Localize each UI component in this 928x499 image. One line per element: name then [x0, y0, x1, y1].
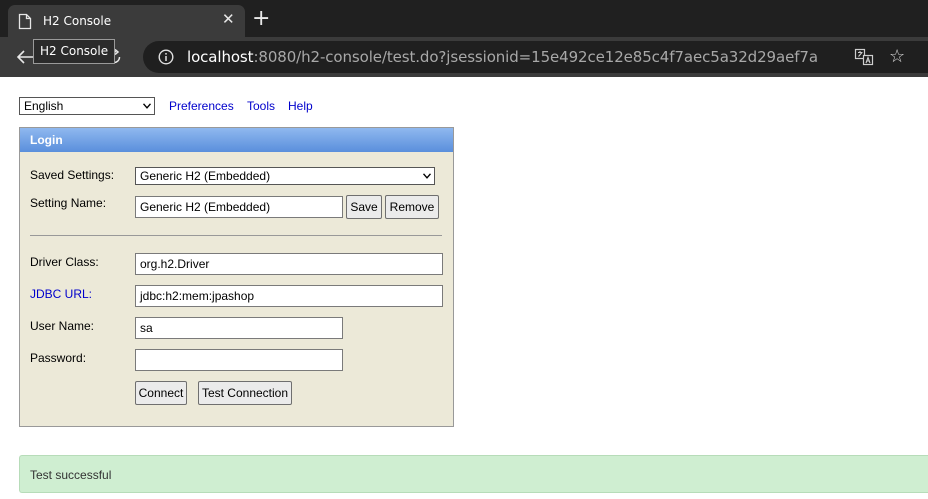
status-message: Test successful — [30, 468, 112, 482]
page-icon — [18, 13, 32, 30]
login-panel-header: Login — [20, 128, 453, 152]
browser-tab[interactable]: H2 Console ✕ — [8, 5, 245, 37]
url-text[interactable]: localhost:8080/h2-console/test.do?jsessi… — [187, 48, 818, 66]
driver-class-label: Driver Class: — [30, 255, 99, 269]
form-divider — [30, 235, 442, 236]
status-message-box: Test successful — [19, 455, 928, 493]
driver-class-input[interactable]: org.h2.Driver — [135, 253, 443, 275]
jdbc-url-link[interactable]: JDBC URL: — [30, 287, 92, 301]
language-select[interactable]: English — [19, 97, 155, 115]
help-link[interactable]: Help — [288, 99, 313, 113]
chevron-down-icon — [423, 173, 431, 179]
browser-nav-bar: H2 Console localhost:8080/h2-console/tes… — [0, 37, 928, 77]
saved-settings-label: Saved Settings: — [30, 168, 115, 182]
test-connection-button[interactable]: Test Connection — [198, 381, 292, 405]
site-info-icon[interactable] — [158, 49, 174, 65]
save-button[interactable]: Save — [346, 195, 382, 219]
login-panel: Login Saved Settings: Generic H2 (Embedd… — [19, 127, 454, 427]
browser-tab-bar: H2 Console ✕ + — [0, 0, 928, 37]
setting-name-label: Setting Name: — [30, 196, 107, 210]
new-tab-icon[interactable]: + — [252, 8, 270, 30]
password-label: Password: — [30, 351, 87, 365]
url-host: localhost — [187, 48, 254, 66]
preferences-link[interactable]: Preferences — [169, 99, 234, 113]
password-input[interactable] — [135, 349, 343, 371]
chevron-down-icon — [143, 103, 151, 109]
translate-icon[interactable] — [854, 47, 874, 67]
favorite-star-icon[interactable]: ☆ — [889, 46, 905, 66]
remove-button[interactable]: Remove — [385, 195, 439, 219]
tools-link[interactable]: Tools — [247, 99, 275, 113]
saved-settings-select[interactable]: Generic H2 (Embedded) — [135, 167, 435, 185]
tab-tooltip: H2 Console — [33, 39, 116, 64]
user-name-input[interactable]: sa — [135, 317, 343, 339]
address-bar[interactable]: localhost:8080/h2-console/test.do?jsessi… — [143, 41, 928, 73]
close-tab-icon[interactable]: ✕ — [222, 11, 235, 29]
saved-settings-value: Generic H2 (Embedded) — [140, 169, 271, 183]
back-arrow-icon[interactable] — [16, 49, 34, 65]
language-select-value: English — [24, 99, 64, 113]
jdbc-url-input[interactable]: jdbc:h2:mem:jpashop — [135, 285, 443, 307]
setting-name-input[interactable]: Generic H2 (Embedded) — [135, 196, 343, 218]
user-name-label: User Name: — [30, 319, 95, 333]
tab-title: H2 Console — [43, 14, 112, 28]
url-path: :8080/h2-console/test.do?jsessionid=15e4… — [253, 48, 818, 66]
connect-button[interactable]: Connect — [135, 381, 187, 405]
